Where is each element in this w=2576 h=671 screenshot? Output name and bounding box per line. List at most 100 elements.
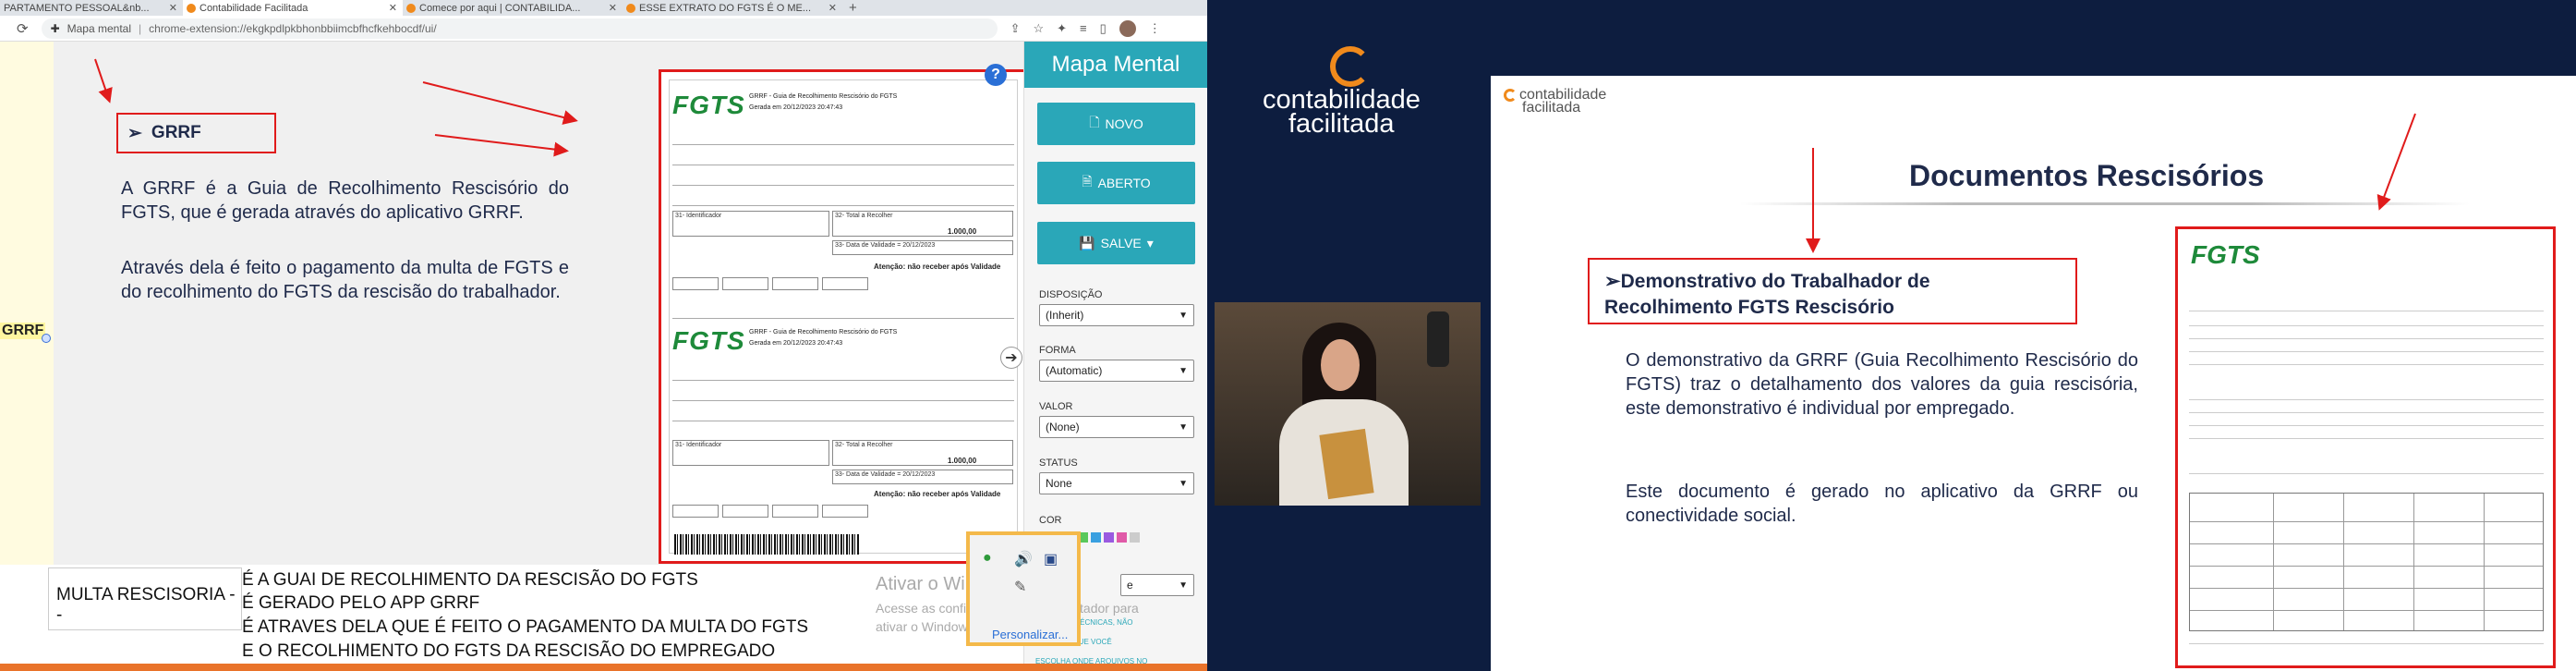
sidebar-icon[interactable]: ▯ — [1100, 21, 1107, 36]
close-icon[interactable]: ✕ — [389, 2, 397, 14]
note-line-4: E O RECOLHIMENTO DO FGTS DA RESCISÃO DO … — [242, 641, 776, 661]
avatar[interactable] — [1119, 19, 1136, 37]
doc-rule — [672, 205, 1014, 206]
tab-extrato-fgts[interactable]: ESSE EXTRATO DO FGTS É O ME... ✕ — [623, 0, 842, 16]
chevron-down-icon: ▼ — [1179, 478, 1188, 489]
url-text: chrome-extension://ekgkpdlpkbhonbbiimcbf… — [149, 21, 437, 35]
new-button[interactable]: 🗋 NOVO — [1037, 103, 1195, 145]
brand-logo-icon — [1504, 89, 1517, 102]
field-label-cor: COR — [1039, 515, 1062, 526]
table-row-line — [2190, 566, 2543, 567]
close-icon[interactable]: ✕ — [169, 2, 177, 14]
customize-link[interactable]: Personalizar... — [992, 628, 1068, 641]
microphone-image — [1427, 311, 1449, 367]
slide-heading: GRRF — [151, 123, 201, 142]
volume-icon[interactable]: 🔊 — [1014, 550, 1033, 568]
open-button-label: ABERTO — [1097, 176, 1151, 190]
doc-cell-validade: 33- Data de Validade = 20/12/2023 — [832, 470, 1013, 484]
star-icon[interactable]: ☆ — [1033, 21, 1044, 36]
values-table — [2189, 493, 2544, 631]
mindmap-canvas[interactable] — [0, 42, 54, 565]
field-label-forma: FORMA — [1039, 345, 1076, 356]
valor-select[interactable]: (None) ▼ — [1039, 416, 1194, 438]
doc-cell-total: 32- Total a Recolher — [832, 211, 1013, 237]
mindmap-node-grrf[interactable]: GRRF — [0, 323, 46, 339]
collapse-panel-icon[interactable]: ➔ — [1000, 347, 1022, 369]
doc-rule — [2189, 351, 2544, 352]
tab-label: Contabilidade Facilitada — [200, 2, 308, 14]
chevron-down-icon: ▼ — [1179, 421, 1188, 433]
new-tab-icon[interactable]: + — [849, 0, 857, 16]
reload-icon[interactable]: ⟳ — [17, 20, 29, 37]
table-col-line — [2273, 494, 2274, 630]
pen-icon[interactable]: ✎ — [1014, 578, 1026, 596]
mindmap-title: Mapa Mental — [1024, 42, 1207, 88]
tab-departamento-pessoal[interactable]: PARTAMENTO PESSOAL&nb... ✕ — [0, 0, 183, 16]
forma-select[interactable]: (Automatic) ▼ — [1039, 360, 1194, 382]
bullet-arrow-icon: ➢ — [127, 123, 142, 143]
extra-select[interactable]: e ▼ — [1120, 574, 1194, 596]
doc-rule — [672, 318, 1014, 319]
doc-header-title: GRRF - Guia de Recolhimento Rescisório d… — [749, 93, 898, 100]
slide-heading: Demonstrativo do Trabalhador de Recolhim… — [1604, 271, 1930, 318]
favicon-icon — [187, 3, 196, 13]
mindmap-node-multa[interactable]: MULTA RESCISORIA -- — [48, 567, 242, 630]
color-swatch[interactable] — [1104, 532, 1114, 543]
color-swatch[interactable] — [1091, 532, 1101, 543]
slide-title: Documentos Rescisórios — [1909, 159, 2265, 192]
table-col-line — [2413, 494, 2414, 630]
tab-label: ESSE EXTRATO DO FGTS É O ME... — [639, 2, 812, 14]
menu-icon[interactable]: ⋮ — [1149, 21, 1161, 36]
close-icon[interactable]: ✕ — [609, 2, 617, 14]
fgts-logo: FGTS — [2191, 240, 2260, 269]
slide-body: contabilidade facilitada Documentos Resc… — [1491, 76, 2576, 671]
note-line-2: É GERADO PELO APP GRRF — [242, 593, 480, 613]
save-button[interactable]: 💾 SALVE ▾ — [1037, 222, 1195, 264]
doc-rule — [2189, 325, 2544, 326]
open-button[interactable]: 🗎 ABERTO — [1037, 162, 1195, 204]
disposicao-select[interactable]: (Inherit) ▼ — [1039, 304, 1194, 326]
save-icon: 💾 — [1079, 235, 1095, 250]
doc-cell-total: 32- Total a Recolher — [832, 440, 1013, 466]
select-value: (None) — [1046, 421, 1080, 433]
node-connector-icon[interactable] — [42, 334, 51, 343]
share-icon[interactable]: ⇪ — [1010, 21, 1021, 36]
doc-cell-identificador: 31- Identificador — [672, 440, 829, 466]
divider: | — [139, 21, 142, 35]
doc-cell — [822, 505, 868, 518]
color-swatch[interactable] — [1130, 532, 1140, 543]
slide-paragraph-2: Através dela é feito o pagamento da mult… — [121, 258, 569, 302]
monitor-icon[interactable]: ▣ — [1044, 550, 1058, 568]
address-bar[interactable]: ✚ Mapa mental | chrome-extension://ekgkp… — [41, 18, 998, 39]
table-row-line — [2190, 588, 2543, 589]
tab-contabilidade-facilitada[interactable]: Contabilidade Facilitada ✕ — [183, 0, 403, 16]
open-document-icon: 🗎 — [1082, 174, 1093, 189]
presenter-panel: contabilidade facilitada — [1207, 0, 1491, 671]
grrf-document-image: FGTS GRRF - Guia de Recolhimento Rescisó… — [659, 69, 1028, 564]
slide-paragraph-2: Este documento é gerado no aplicativo da… — [1626, 482, 2138, 526]
chevron-down-icon: ▼ — [1179, 580, 1188, 591]
tab-label: PARTAMENTO PESSOAL&nb... — [4, 2, 150, 14]
chevron-down-icon: ▾ — [1146, 235, 1154, 250]
chevron-down-icon: ▼ — [1179, 365, 1188, 376]
demonstrativo-document-image: FGTS — [2175, 226, 2556, 668]
select-value: None — [1046, 477, 1072, 490]
queue-icon[interactable]: ≡ — [1080, 21, 1087, 35]
doc-header-title: GRRF - Guia de Recolhimento Rescisório d… — [749, 329, 898, 336]
tab-comece-por-aqui[interactable]: Comece por aqui | CONTABILIDA... ✕ — [403, 0, 623, 16]
envelope-image — [1319, 428, 1374, 500]
extensions-icon[interactable]: ✦ — [1057, 21, 1067, 36]
slide-preview: ➢ GRRF A GRRF é a Guia de Recolhimento R… — [54, 42, 1028, 565]
doc-rule — [2189, 412, 2544, 413]
select-value: (Automatic) — [1046, 364, 1103, 377]
doc-cell — [672, 277, 719, 290]
doc-atencao: Atenção: não receber após Validade — [874, 490, 1001, 498]
help-icon[interactable]: ? — [985, 64, 1007, 86]
app-tray-icon[interactable]: ● — [983, 550, 992, 567]
doc-cell — [722, 277, 768, 290]
close-icon[interactable]: ✕ — [828, 2, 837, 14]
doc-cell — [672, 505, 719, 518]
color-swatch[interactable] — [1117, 532, 1127, 543]
doc-cell — [772, 505, 818, 518]
status-select[interactable]: None ▼ — [1039, 472, 1194, 494]
